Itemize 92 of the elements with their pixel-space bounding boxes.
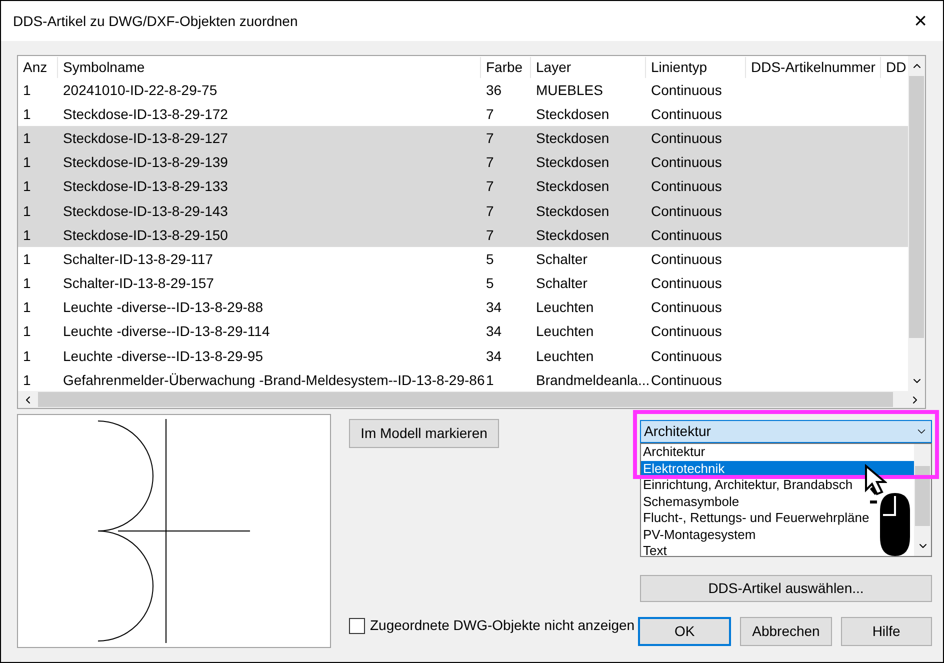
table-cell-text: Continuous — [650, 298, 723, 318]
dropdown-option[interactable]: Text — [641, 543, 669, 556]
table-cell-text: 7 — [485, 177, 495, 196]
table-cell-text: 34 — [485, 298, 503, 318]
table-cell-text: 1 — [22, 202, 32, 221]
table-cell-text: MUEBLES — [535, 80, 604, 100]
table-cell-text: Steckdose-ID-13-8-29-139 — [62, 153, 229, 172]
table-cell-text: Steckdose-ID-13-8-29-143 — [62, 202, 229, 221]
table-cell-text: Steckdosen — [535, 104, 610, 124]
table-cell-text: 34 — [485, 346, 503, 366]
dropdown-option[interactable]: Flucht-, Rettungs- und Feuerwehrpläne — [641, 510, 872, 526]
table-cell-text: Leuchte -diverse--ID-13-8-29-95 — [62, 346, 264, 366]
table-cell-text: Leuchten — [535, 322, 595, 342]
dropdown-option[interactable]: Architektur — [641, 444, 708, 460]
table-row[interactable]: 1 Steckdose-ID-13-8-29-143 7 Steckdosen Continuous — [18, 198, 908, 224]
table-row[interactable]: 1 Steckdose-ID-13-8-29-139 7 Steckdosen Continuous — [18, 150, 908, 175]
table-cell-text: 20241010-ID-22-8-29-75 — [62, 80, 218, 100]
table-cell-text: Schalter-ID-13-8-29-157 — [62, 274, 215, 294]
table-cell-text: Leuchten — [535, 346, 595, 366]
table-cell-text: 1 — [22, 226, 32, 245]
table-cell-text: Schalter-ID-13-8-29-117 — [62, 250, 214, 269]
table-cell-text: Steckdose-ID-13-8-29-172 — [62, 104, 229, 124]
table-cell-text: Steckdosen — [535, 177, 610, 196]
cursor-arrow-icon — [863, 464, 887, 496]
scroll-thumb[interactable] — [909, 76, 924, 338]
table-cell-text: 1 — [22, 346, 32, 366]
table-cell-text: 7 — [485, 128, 495, 148]
table-cell-text: 1 — [22, 177, 32, 196]
table-cell-text: 1 — [22, 322, 32, 342]
dialog-button[interactable]: OK — [638, 617, 732, 646]
checkbox-label: Zugeordnete DWG-Objekte nicht anzeigen — [370, 616, 635, 635]
table-cell-text: 5 — [485, 274, 495, 294]
table-row[interactable]: 1 Steckdose-ID-13-8-29-133 7 Steckdosen Continuous — [18, 174, 908, 199]
table-row[interactable]: 1 Steckdose-ID-13-8-29-127 7 Steckdosen Continuous — [18, 126, 908, 151]
scroll-thumb[interactable] — [38, 392, 893, 407]
table-cell-text: 1 — [22, 298, 32, 318]
table-cell-text: Continuous — [650, 177, 723, 196]
table-cell-text: 7 — [485, 202, 495, 221]
table-cell-text: Schalter — [535, 274, 588, 294]
table-cell-text: Brandmeldeanla... — [535, 370, 646, 390]
table-cell-text: Continuous — [650, 80, 723, 100]
table-cell-text: 1 — [22, 104, 32, 124]
table-cell-text: 1 — [22, 274, 32, 294]
dropdown-value: Architektur — [644, 422, 711, 441]
table-cell-text: 7 — [485, 104, 495, 124]
table-cell-text: Continuous — [650, 346, 723, 366]
table-cell-text: 1 — [22, 153, 32, 172]
table-cell-text: Continuous — [650, 226, 723, 245]
table-cell-text: Steckdose-ID-13-8-29-133 — [62, 177, 229, 196]
table-cell-text: Steckdose-ID-13-8-29-150 — [62, 226, 229, 245]
mark-in-model-button[interactable]: Im Modell markieren — [349, 419, 499, 448]
dialog-button[interactable]: Hilfe — [840, 617, 932, 646]
scroll-thumb[interactable] — [915, 466, 930, 526]
table-cell-text: Steckdose-ID-13-8-29-127 — [62, 128, 229, 148]
table-cell-text: 1 — [22, 128, 32, 148]
table-cell-text: Continuous — [650, 104, 723, 124]
table-cell-text: Schalter — [535, 250, 588, 269]
dropdown-option[interactable]: Schemasymbole — [641, 494, 742, 510]
table-cell-text: Continuous — [650, 153, 723, 172]
table-row[interactable]: 1 Steckdose-ID-13-8-29-150 7 Steckdosen Continuous — [18, 223, 908, 248]
checkbox[interactable] — [349, 618, 365, 634]
table-cell-text: 7 — [485, 153, 495, 172]
table-cell-text: Continuous — [650, 322, 723, 342]
table-cell-text: 1 — [22, 80, 32, 100]
table-cell-text: Continuous — [650, 274, 723, 294]
table-cell-text: Leuchte -diverse--ID-13-8-29-114 — [62, 322, 271, 342]
vertical-scrollbar[interactable] — [908, 56, 925, 391]
category-dropdown[interactable]: Architektur — [640, 420, 932, 443]
table-cell-text: Steckdosen — [535, 202, 610, 221]
table-cell-text: 34 — [485, 322, 503, 342]
table-cell-text: Leuchte -diverse--ID-13-8-29-88 — [62, 298, 264, 318]
table-cell-text: 1 — [22, 250, 32, 269]
table-cell-text: Continuous — [650, 128, 723, 148]
table-cell-text: Steckdosen — [535, 226, 610, 245]
list-scrollbar[interactable] — [914, 444, 931, 556]
table-cell-text: 1 — [22, 370, 32, 390]
dropdown-option[interactable]: Einrichtung, Architektur, Brandabsch — [641, 477, 855, 494]
table-cell-text: Continuous — [650, 202, 723, 221]
select-article-button[interactable]: DDS-Artikel auswählen... — [640, 575, 932, 602]
table-cell-text: 7 — [485, 226, 495, 245]
table-cell-text: 5 — [485, 250, 495, 269]
table-cell-text: Continuous — [650, 370, 723, 390]
table-cell-text: 36 — [485, 80, 503, 100]
table-cell-text: Continuous — [650, 250, 723, 269]
window-title: DDS-Artikel zu DWG/DXF-Objekten zuordnen — [13, 12, 298, 31]
close-button[interactable]: × — [910, 10, 931, 32]
table-cell-text: Steckdosen — [535, 153, 610, 172]
table-cell-text: Steckdosen — [535, 128, 610, 148]
dialog-button[interactable]: Abbrechen — [740, 617, 832, 646]
horizontal-scrollbar[interactable] — [18, 391, 925, 408]
table-cell-text: Leuchten — [535, 298, 595, 318]
dropdown-option[interactable]: PV-Montagesystem — [641, 526, 758, 543]
